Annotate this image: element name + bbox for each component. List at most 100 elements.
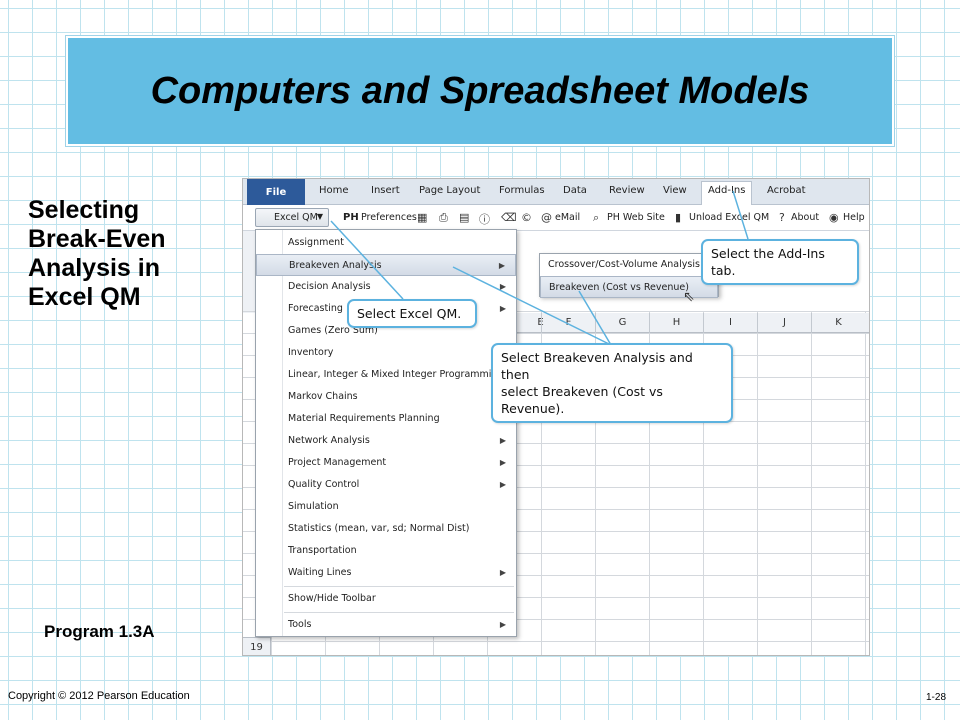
help-cursor-icon[interactable]: ? — [779, 211, 785, 224]
submenu-arrow-icon: ▶ — [498, 261, 505, 270]
tab-add-ins[interactable]: Add-Ins — [701, 181, 753, 206]
magnifier-icon[interactable]: ⌕ — [593, 211, 599, 225]
menu-item-label: Crossover/Cost-Volume Analysis — [548, 259, 700, 270]
tab-home[interactable]: Home — [319, 185, 349, 196]
menu-item-linear-programming[interactable]: Linear, Integer & Mixed Integer Programm… — [256, 364, 516, 386]
menu-item-label: Tools — [288, 619, 312, 630]
help-icon[interactable]: ◉ — [829, 211, 839, 224]
submenu-arrow-icon: ▶ — [499, 568, 506, 577]
menu-item-label: Breakeven (Cost vs Revenue) — [549, 282, 689, 293]
submenu-arrow-icon: ▶ — [499, 282, 506, 291]
menu-item-label: Assignment — [288, 237, 344, 248]
slide-title: Computers and Spreadsheet Models — [150, 69, 810, 112]
tab-review[interactable]: Review — [609, 185, 645, 196]
submenu-arrow-icon: ▶ — [499, 480, 506, 489]
side-text-line: Excel QM — [28, 283, 141, 311]
excel-screenshot: File Home Insert Page Layout Formulas Da… — [242, 178, 870, 656]
copyright-icon[interactable]: © — [521, 211, 532, 224]
column-header[interactable]: G — [595, 313, 649, 333]
column-header[interactable]: K — [811, 313, 865, 333]
callout-line: select Breakeven (Cost vs Revenue). — [501, 384, 663, 416]
grid-icon[interactable]: ▦ — [417, 211, 427, 224]
side-text-line: Selecting — [28, 196, 140, 224]
tab-data[interactable]: Data — [563, 185, 587, 196]
about-button[interactable]: About — [791, 212, 819, 223]
excel-qm-menu: Assignment Breakeven Analysis ▶ Decision … — [255, 229, 517, 637]
submenu-arrow-icon: ▶ — [499, 304, 506, 313]
menu-item-statistics[interactable]: Statistics (mean, var, sd; Normal Dist) — [256, 518, 516, 540]
row-number[interactable]: 19 — [243, 637, 271, 655]
menu-item-assignment[interactable]: Assignment — [256, 232, 516, 254]
menu-item-label: Breakeven Analysis — [289, 260, 382, 271]
menu-item-mrp[interactable]: Material Requirements Planning — [256, 408, 516, 430]
menu-item-label: Project Management — [288, 457, 387, 468]
callout-add-ins: Select the Add-Ins tab. — [701, 239, 859, 285]
mouse-cursor-icon: ⇖ — [683, 289, 695, 305]
slide-side-text: Selecting Break-Even Analysis in Excel Q… — [28, 196, 228, 312]
menu-divider — [284, 586, 514, 587]
tab-page-layout[interactable]: Page Layout — [419, 185, 480, 196]
menu-item-project-management[interactable]: Project Management ▶ — [256, 452, 516, 474]
side-text-line: Analysis in — [28, 254, 160, 282]
menu-item-label: Forecasting — [288, 303, 343, 314]
side-text-line: Break-Even — [28, 225, 166, 253]
menu-item-label: Quality Control — [288, 479, 360, 490]
menu-item-label: Inventory — [288, 347, 334, 358]
callout-excel-qm: Select Excel QM. — [347, 299, 477, 328]
menu-item-show-hide-toolbar[interactable]: Show/Hide Toolbar — [256, 588, 516, 610]
column-header[interactable]: I — [703, 313, 757, 333]
unload-icon[interactable]: ▮ — [675, 211, 681, 224]
callout-breakeven: Select Breakeven Analysis and then selec… — [491, 343, 733, 423]
menu-item-waiting-lines[interactable]: Waiting Lines ▶ — [256, 562, 516, 584]
tab-file[interactable]: File — [247, 179, 305, 205]
menu-item-simulation[interactable]: Simulation — [256, 496, 516, 518]
email-button[interactable]: eMail — [555, 212, 580, 223]
menu-item-tools[interactable]: Tools ▶ — [256, 614, 516, 636]
page-number: 1-28 — [926, 692, 947, 703]
row-header-strip — [243, 231, 255, 313]
submenu-item-crossover[interactable]: Crossover/Cost-Volume Analysis — [540, 254, 718, 276]
printer-icon[interactable]: ⎙ — [439, 211, 448, 225]
menu-item-quality-control[interactable]: Quality Control ▶ — [256, 474, 516, 496]
help-button[interactable]: Help — [843, 212, 865, 223]
excel-qm-button[interactable]: Excel QM ▼ — [255, 208, 329, 227]
menu-divider — [284, 612, 514, 613]
addins-toolbar: Excel QM ▼ PH Preferences ▦ ⎙ ▤ ⓘ ⌫ © @ … — [243, 205, 869, 231]
slide-title-banner: Computers and Spreadsheet Models — [66, 36, 894, 146]
menu-item-network-analysis[interactable]: Network Analysis ▶ — [256, 430, 516, 452]
menu-item-label: Statistics (mean, var, sd; Normal Dist) — [288, 523, 470, 534]
preferences-button[interactable]: Preferences — [361, 212, 417, 223]
column-header[interactable]: F — [541, 313, 595, 333]
menu-item-label: Markov Chains — [288, 391, 358, 402]
menu-item-label: Decision Analysis — [288, 281, 371, 292]
menu-item-breakeven-analysis[interactable]: Breakeven Analysis ▶ — [256, 254, 516, 276]
tab-view[interactable]: View — [663, 185, 687, 196]
ph-web-site-button[interactable]: PH Web Site — [607, 212, 665, 223]
ph-logo: PH — [343, 212, 359, 223]
tab-formulas[interactable]: Formulas — [499, 185, 545, 196]
submenu-arrow-icon: ▶ — [499, 436, 506, 445]
submenu-arrow-icon: ▶ — [499, 458, 506, 467]
menu-item-label: Transportation — [288, 545, 357, 556]
eraser-icon[interactable]: ⌫ — [501, 211, 517, 224]
menu-item-transportation[interactable]: Transportation — [256, 540, 516, 562]
menu-item-label: Simulation — [288, 501, 339, 512]
table-icon[interactable]: ▤ — [459, 211, 469, 224]
menu-item-decision-analysis[interactable]: Decision Analysis ▶ — [256, 276, 516, 298]
column-header-row: E F G H I J K — [513, 313, 869, 333]
copyright-footer: Copyright © 2012 Pearson Education — [8, 690, 190, 702]
info-icon[interactable]: ⓘ — [479, 211, 490, 227]
column-header[interactable]: H — [649, 313, 703, 333]
program-label: Program 1.3A — [44, 622, 155, 641]
unload-excel-qm-button[interactable]: Unload Excel QM — [689, 212, 769, 223]
tab-insert[interactable]: Insert — [371, 185, 400, 196]
column-header[interactable]: J — [757, 313, 811, 333]
menu-item-inventory[interactable]: Inventory — [256, 342, 516, 364]
menu-item-markov-chains[interactable]: Markov Chains — [256, 386, 516, 408]
tab-acrobat[interactable]: Acrobat — [767, 185, 806, 196]
submenu-arrow-icon: ▶ — [499, 620, 506, 629]
excel-qm-label: Excel QM — [274, 212, 318, 223]
menu-item-label: Network Analysis — [288, 435, 370, 446]
ribbon-tab-bar: File Home Insert Page Layout Formulas Da… — [243, 179, 869, 206]
email-icon[interactable]: @ — [541, 211, 552, 224]
